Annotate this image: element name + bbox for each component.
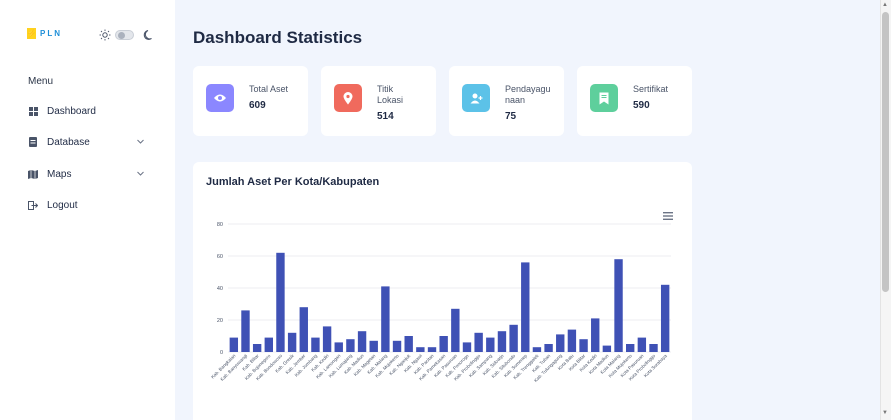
sidebar-item-database[interactable]: Database xyxy=(28,134,153,150)
y-tick-label: 0 xyxy=(220,350,223,356)
sidebar: ⚡ PLN Menu Dashboard Database Maps Logou… xyxy=(0,0,175,420)
chart-bar[interactable] xyxy=(252,344,262,352)
chart-bar[interactable] xyxy=(392,340,402,352)
chart-bar[interactable] xyxy=(451,308,460,352)
stat-card-label: Total Aset xyxy=(249,84,289,94)
stat-card-value: 514 xyxy=(377,111,394,122)
menu-section-label: Menu xyxy=(28,76,54,87)
brand-name: PLN xyxy=(40,29,62,38)
chevron-down-icon[interactable] xyxy=(136,137,145,146)
y-tick-label: 40 xyxy=(217,286,223,292)
chart-bar[interactable] xyxy=(567,329,577,352)
pln-logo-icon: ⚡ xyxy=(26,28,37,39)
chart-bar[interactable] xyxy=(509,324,518,352)
stat-card-label: Sertifikat xyxy=(633,84,669,94)
chart-bar[interactable] xyxy=(229,337,239,352)
stat-card-value: 609 xyxy=(249,100,266,111)
chart-bar[interactable] xyxy=(346,339,355,352)
chart-bar[interactable] xyxy=(357,331,367,352)
chart-bar[interactable] xyxy=(579,339,588,352)
certificate-icon xyxy=(590,84,618,112)
theme-toggle[interactable] xyxy=(115,30,134,40)
theme-toggle-knob xyxy=(118,32,125,39)
stat-card-label: Pendayagunaan xyxy=(505,84,551,105)
chart-bar[interactable] xyxy=(521,262,530,352)
chart-bar[interactable] xyxy=(299,307,308,352)
sidebar-item-label: Maps xyxy=(47,168,72,180)
chart-card: Jumlah Aset Per Kota/Kabupaten 0 20 40 60 80… xyxy=(193,162,692,420)
stat-card-value: 590 xyxy=(633,100,650,111)
stat-card-value: 75 xyxy=(505,111,517,122)
chart-bar[interactable] xyxy=(660,284,670,352)
y-tick-label: 60 xyxy=(217,254,223,260)
scroll-up-arrow-icon[interactable]: ▲ xyxy=(882,2,888,8)
chart-bar[interactable] xyxy=(439,336,448,352)
chart-bar[interactable] xyxy=(322,326,332,352)
bar-chart: 020406080Kab. BangkalanKab. BanyuwangiKa… xyxy=(210,222,671,383)
sidebar-item-maps[interactable]: Maps xyxy=(28,166,153,182)
stat-card-sertifikat[interactable]: Sertifikat 590 xyxy=(577,66,692,136)
sidebar-item-label: Database xyxy=(47,136,90,148)
logout-icon xyxy=(28,200,38,210)
chart-bar[interactable] xyxy=(649,344,658,352)
chart-bar[interactable] xyxy=(416,347,425,352)
chevron-down-icon[interactable] xyxy=(136,169,145,178)
chart-bar[interactable] xyxy=(287,332,297,352)
chart-bar[interactable] xyxy=(462,342,472,352)
chart-bar[interactable] xyxy=(591,318,600,352)
stat-card-titik-lokasi[interactable]: Titik Lokasi 514 xyxy=(321,66,436,136)
sun-icon[interactable] xyxy=(99,29,111,41)
chart-bar[interactable] xyxy=(264,337,273,352)
page-title: Dashboard Statistics xyxy=(193,28,363,47)
stat-card-label: Titik Lokasi xyxy=(377,84,404,105)
chart-bar[interactable] xyxy=(311,337,320,352)
page-scrollbar-thumb[interactable] xyxy=(882,12,889,292)
moon-icon[interactable] xyxy=(143,29,155,41)
chart-bar[interactable] xyxy=(369,340,378,352)
eye-icon xyxy=(206,84,234,112)
grid-icon xyxy=(28,106,38,116)
chart-bar[interactable] xyxy=(404,336,413,352)
chart-bar[interactable] xyxy=(474,332,483,352)
y-tick-label: 80 xyxy=(217,222,223,228)
chart-bar[interactable] xyxy=(602,345,612,352)
location-pin-icon xyxy=(334,84,362,112)
chart-bar[interactable] xyxy=(497,331,507,352)
brand-logo[interactable]: ⚡ PLN xyxy=(27,28,62,39)
chart-bar[interactable] xyxy=(532,347,542,352)
sidebar-item-label: Logout xyxy=(47,199,78,211)
chart-bar[interactable] xyxy=(544,344,553,352)
chart-bar[interactable] xyxy=(556,334,565,352)
scroll-down-arrow-icon[interactable]: ▼ xyxy=(882,410,888,416)
chart-bar[interactable] xyxy=(486,337,495,352)
chart-bar[interactable] xyxy=(427,347,437,352)
chart-bar[interactable] xyxy=(276,252,285,352)
stat-card-pendayagunaan[interactable]: Pendayagunaan 75 xyxy=(449,66,564,136)
map-icon xyxy=(28,169,38,179)
chart-bar[interactable] xyxy=(614,259,623,352)
chart-bar[interactable] xyxy=(637,337,647,352)
database-icon xyxy=(28,137,38,147)
sidebar-item-label: Dashboard xyxy=(47,105,96,117)
chart-bar[interactable] xyxy=(626,344,635,352)
chart-bar[interactable] xyxy=(381,286,390,352)
sidebar-item-dashboard[interactable]: Dashboard xyxy=(28,103,153,119)
chart-bar[interactable] xyxy=(334,342,343,352)
y-tick-label: 20 xyxy=(217,318,223,324)
chart-bar[interactable] xyxy=(241,310,250,352)
stat-card-total-aset[interactable]: Total Aset 609 xyxy=(193,66,308,136)
user-add-icon xyxy=(462,84,490,112)
sidebar-item-logout[interactable]: Logout xyxy=(28,197,153,213)
